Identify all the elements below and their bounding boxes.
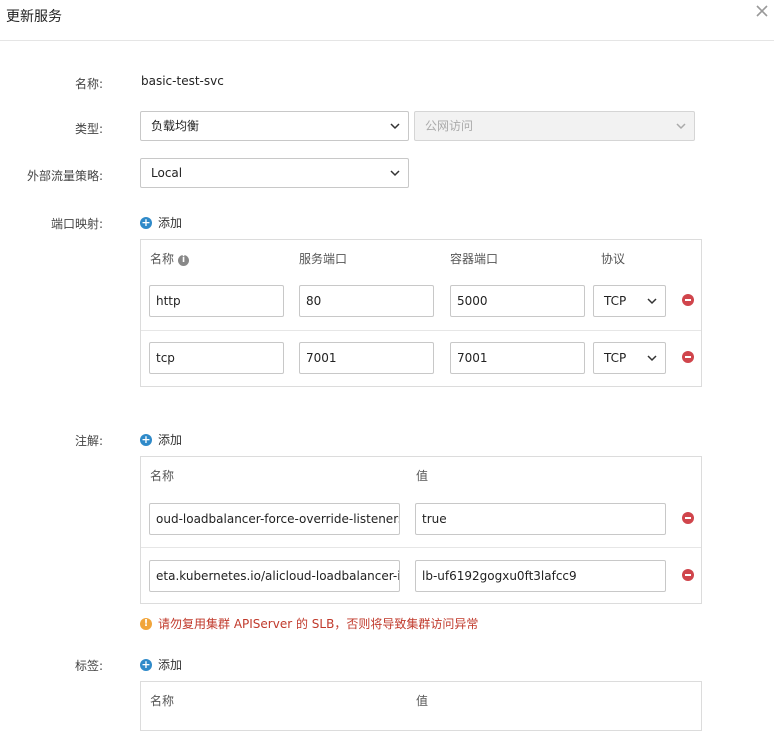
traffic-policy-select[interactable]: Local — [140, 158, 409, 188]
annotation-name-input[interactable]: oud-loadbalancer-force-override-listener… — [149, 503, 400, 535]
port-name-input[interactable]: http — [149, 285, 284, 317]
row-divider — [141, 547, 701, 548]
annotations-label: 注解: — [74, 434, 103, 448]
annotations-table: 名称 值 oud-loadbalancer-force-override-lis… — [140, 456, 702, 604]
info-icon[interactable]: i — [178, 255, 190, 266]
annotation-value-input[interactable]: true — [415, 503, 666, 535]
traffic-policy-label: 外部流量策略: — [26, 169, 103, 183]
annotation-name-input[interactable]: eta.kubernetes.io/alicloud-loadbalancer-… — [149, 560, 400, 592]
warning-icon: ! — [140, 617, 152, 630]
type-label: 类型: — [74, 122, 103, 136]
port-col-name: 名称 i — [150, 250, 190, 267]
remove-port-icon[interactable] — [682, 294, 694, 306]
chevron-down-icon — [647, 355, 657, 362]
port-name-input[interactable]: tcp — [149, 342, 284, 374]
protocol-value: TCP — [604, 294, 627, 308]
type-select-value: 负载均衡 — [151, 119, 200, 133]
labels-table: 名称 值 — [140, 681, 702, 731]
container-port-input[interactable]: 5000 — [450, 285, 585, 317]
remove-port-icon[interactable] — [682, 351, 694, 363]
port-mapping-label: 端口映射: — [50, 217, 103, 231]
protocol-select[interactable]: TCP — [593, 342, 666, 374]
name-label: 名称: — [74, 77, 103, 91]
annotation-col-name: 名称 — [150, 469, 175, 483]
add-port-label: 添加 — [158, 216, 183, 230]
port-col-protocol: 协议 — [601, 252, 626, 266]
label-col-name: 名称 — [150, 694, 175, 708]
port-mapping-table: 名称 i 服务端口 容器端口 协议 http 80 5000 TCP tcp 70… — [140, 239, 702, 387]
labels-label: 标签: — [74, 659, 103, 673]
service-port-input[interactable]: 7001 — [299, 342, 434, 374]
port-col-container-port: 容器端口 — [450, 252, 499, 266]
plus-circle-icon: + — [140, 657, 152, 671]
annotation-col-value: 值 — [416, 469, 429, 483]
slb-warning: ! 请勿复用集群 APIServer 的 SLB，否则将导致集群访问异常 — [140, 615, 478, 632]
protocol-select[interactable]: TCP — [593, 285, 666, 317]
add-annotation-button[interactable]: + 添加 — [140, 431, 182, 448]
remove-annotation-icon[interactable] — [682, 512, 694, 524]
traffic-policy-value: Local — [151, 166, 183, 180]
dialog-header: 更新服务 — [0, 0, 774, 41]
protocol-value: TCP — [604, 351, 627, 365]
access-type-value: 公网访问 — [425, 119, 474, 133]
access-type-select: 公网访问 — [414, 111, 695, 141]
port-col-service-port: 服务端口 — [299, 252, 348, 266]
service-port-input[interactable]: 80 — [299, 285, 434, 317]
container-port-input[interactable]: 7001 — [450, 342, 585, 374]
chevron-down-icon — [676, 123, 686, 130]
chevron-down-icon — [390, 170, 400, 177]
remove-annotation-icon[interactable] — [682, 569, 694, 581]
label-col-value: 值 — [416, 694, 429, 708]
dialog-title: 更新服务 — [6, 9, 62, 25]
slb-warning-text: 请勿复用集群 APIServer 的 SLB，否则将导致集群访问异常 — [158, 617, 479, 631]
annotation-value-input[interactable]: lb-uf6192gogxu0ft3lafcc9 — [415, 560, 666, 592]
type-select[interactable]: 负载均衡 — [140, 111, 409, 141]
plus-circle-icon: + — [140, 432, 152, 446]
add-label-button[interactable]: + 添加 — [140, 656, 182, 673]
add-label-text: 添加 — [158, 658, 183, 672]
add-port-button[interactable]: + 添加 — [140, 214, 182, 231]
close-icon[interactable] — [754, 3, 770, 19]
row-divider — [141, 330, 701, 331]
add-annotation-label: 添加 — [158, 433, 183, 447]
plus-circle-icon: + — [140, 215, 152, 229]
chevron-down-icon — [647, 298, 657, 305]
service-name-value: basic-test-svc — [141, 74, 224, 88]
chevron-down-icon — [390, 123, 400, 130]
